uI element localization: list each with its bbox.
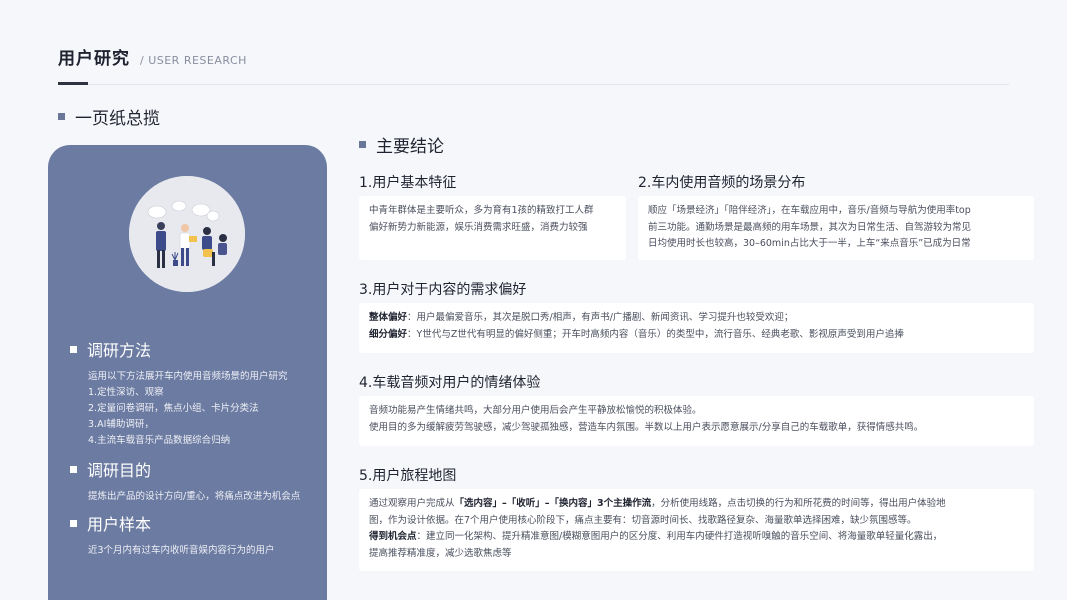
finding-5-title: 5.用户旅程地图 xyxy=(359,468,457,484)
finding-3-line: 细分偏好：Y世代与Z世代有明显的偏好侧重；开车时高频内容（音乐）的类型中，流行音… xyxy=(369,327,1024,344)
opportunity-label: 得到机会点 xyxy=(369,531,417,542)
finding-4-title: 4.车载音频对用户的情绪体验 xyxy=(359,375,541,391)
square-bullet-icon xyxy=(70,345,77,353)
finding-3-card: 整体偏好：用户最偏爱音乐，其次是脱口秀/相声，有声书/广播剧、新闻资讯、学习提升… xyxy=(359,303,1034,353)
square-bullet-icon xyxy=(58,113,65,120)
goal-section: 调研目的 提炼出产品的设计方向/重心，将痛点改进为机会点 xyxy=(70,457,300,505)
people-discussion-icon xyxy=(129,176,245,292)
finding-1-card: 中青年群体是主要听众，多为育有1孩的精致打工人群 偏好新势力新能源，娱乐消费需求… xyxy=(359,196,626,260)
finding-2-line: 日均使用时长也较高，30–60min占比大于一半，上车“来点音乐”已成为日常 xyxy=(648,238,971,249)
page-header: 用户研究 / USER RESEARCH xyxy=(58,44,247,69)
conclusions-heading: 主要结论 xyxy=(359,132,444,157)
finding-1-line: 偏好新势力新能源，娱乐消费需求旺盛，消费力较强 xyxy=(369,221,588,233)
finding-2-card: 顺应「场景经济」「陪伴经济」，在车载应用中，音乐/音频与导航为使用率top 前三… xyxy=(638,196,1034,260)
finding-2-title: 2.车内使用音频的场景分布 xyxy=(638,175,806,191)
methods-section: 调研方法 运用以下方法展开车内使用音频场景的用户研究 1.定性深访、观察 2.定… xyxy=(70,337,288,449)
journey-flow-highlight: 「选内容」–「收听」–「换内容」3个主操作流 xyxy=(454,498,652,509)
finding-2-line: 前三功能。通勤场景是最高频的用车场景，其次为日常生活、自驾游较为常见 xyxy=(648,221,972,233)
research-summary-panel: 调研方法 运用以下方法展开车内使用音频场景的用户研究 1.定性深访、观察 2.定… xyxy=(48,145,327,600)
header-divider xyxy=(58,84,1009,85)
methods-line: 运用以下方法展开车内使用音频场景的用户研究 xyxy=(88,371,288,382)
sample-line: 近3个月内有过车内收听音娱内容行为的用户 xyxy=(88,545,275,556)
sample-title: 用户样本 xyxy=(87,515,152,534)
journey-intro-tail: ，分析使用线路，点击切换的行为和所花费的时间等，得出用户体验地 xyxy=(651,498,946,509)
section-heading-label: 一页纸总揽 xyxy=(75,109,160,129)
goal-line: 提炼出产品的设计方向/重心，将痛点改进为机会点 xyxy=(88,491,301,502)
finding-5-line: 提高推荐精准度，减少选歌焦虑等 xyxy=(369,547,512,559)
finding-5-card: 通过观察用户完成从「选内容」–「收听」–「换内容」3个主操作流，分析使用线路，点… xyxy=(359,489,1034,571)
goal-title: 调研目的 xyxy=(87,461,152,480)
sample-section: 用户样本 近3个月内有过车内收听音娱内容行为的用户 xyxy=(70,511,275,559)
methods-line: 3.AI辅助调研， xyxy=(88,419,154,430)
finding-1-title: 1.用户基本特征 xyxy=(359,175,457,191)
square-bullet-icon xyxy=(359,141,366,148)
overall-preference-text: ：用户最偏爱音乐，其次是脱口秀/相声，有声书/广播剧、新闻资讯、学习提升也较受欢… xyxy=(407,312,794,323)
square-bullet-icon xyxy=(70,519,77,527)
section-heading: 一页纸总揽 xyxy=(58,104,160,129)
overall-preference-label: 整体偏好 xyxy=(369,312,408,323)
finding-3-line: 整体偏好：用户最偏爱音乐，其次是脱口秀/相声，有声书/广播剧、新闻资讯、学习提升… xyxy=(369,310,1024,327)
opportunity-text: ：建立同一化架构、提升精准意图/模糊意图用户的区分度、利用车内硬件打造视听嗅触的… xyxy=(416,531,943,542)
methods-line: 4.主流车载音乐产品数据综合归纳 xyxy=(88,435,231,446)
square-bullet-icon xyxy=(70,465,77,473)
methods-line: 1.定性深访、观察 xyxy=(88,387,164,398)
finding-5-line: 得到机会点：建立同一化架构、提升精准意图/模糊意图用户的区分度、利用车内硬件打造… xyxy=(369,529,1024,546)
conclusions-title: 主要结论 xyxy=(376,137,444,157)
segment-preference-text: ：Y世代与Z世代有明显的偏好侧重；开车时高频内容（音乐）的类型中，流行音乐、经典… xyxy=(407,328,904,340)
segment-preference-label: 细分偏好 xyxy=(369,328,408,340)
page-title: 用户研究 xyxy=(58,49,130,69)
methods-title: 调研方法 xyxy=(87,341,152,360)
finding-4-line: 使用目的多为缓解疲劳驾驶感，减少驾驶孤独感，营造车内氛围。半数以上用户表示愿意展… xyxy=(369,421,924,433)
page-subtitle: / USER RESEARCH xyxy=(140,54,247,67)
journey-intro-text: 通过观察用户完成从 xyxy=(369,498,455,509)
finding-5-line: 图，作为设计依据。在7个用户使用核心阶段下，痛点主要有：切音源时间长、找歌路径复… xyxy=(369,514,917,526)
finding-1-line: 中青年群体是主要听众，多为育有1孩的精致打工人群 xyxy=(369,205,594,216)
finding-4-line: 音频功能易产生情绪共鸣，大部分用户使用后会产生平静放松愉悦的积极体验。 xyxy=(369,405,702,416)
team-illustration xyxy=(129,176,245,292)
methods-line: 2.定量问卷调研，焦点小组、卡片分类法 xyxy=(88,403,259,414)
finding-5-line: 通过观察用户完成从「选内容」–「收听」–「换内容」3个主操作流，分析使用线路，点… xyxy=(369,496,1024,513)
finding-2-line: 顺应「场景经济」「陪伴经济」，在车载应用中，音乐/音频与导航为使用率top xyxy=(648,205,971,216)
header-accent-bar xyxy=(58,82,88,85)
finding-4-card: 音频功能易产生情绪共鸣，大部分用户使用后会产生平静放松愉悦的积极体验。 使用目的… xyxy=(359,396,1034,446)
finding-3-title: 3.用户对于内容的需求偏好 xyxy=(359,282,527,298)
